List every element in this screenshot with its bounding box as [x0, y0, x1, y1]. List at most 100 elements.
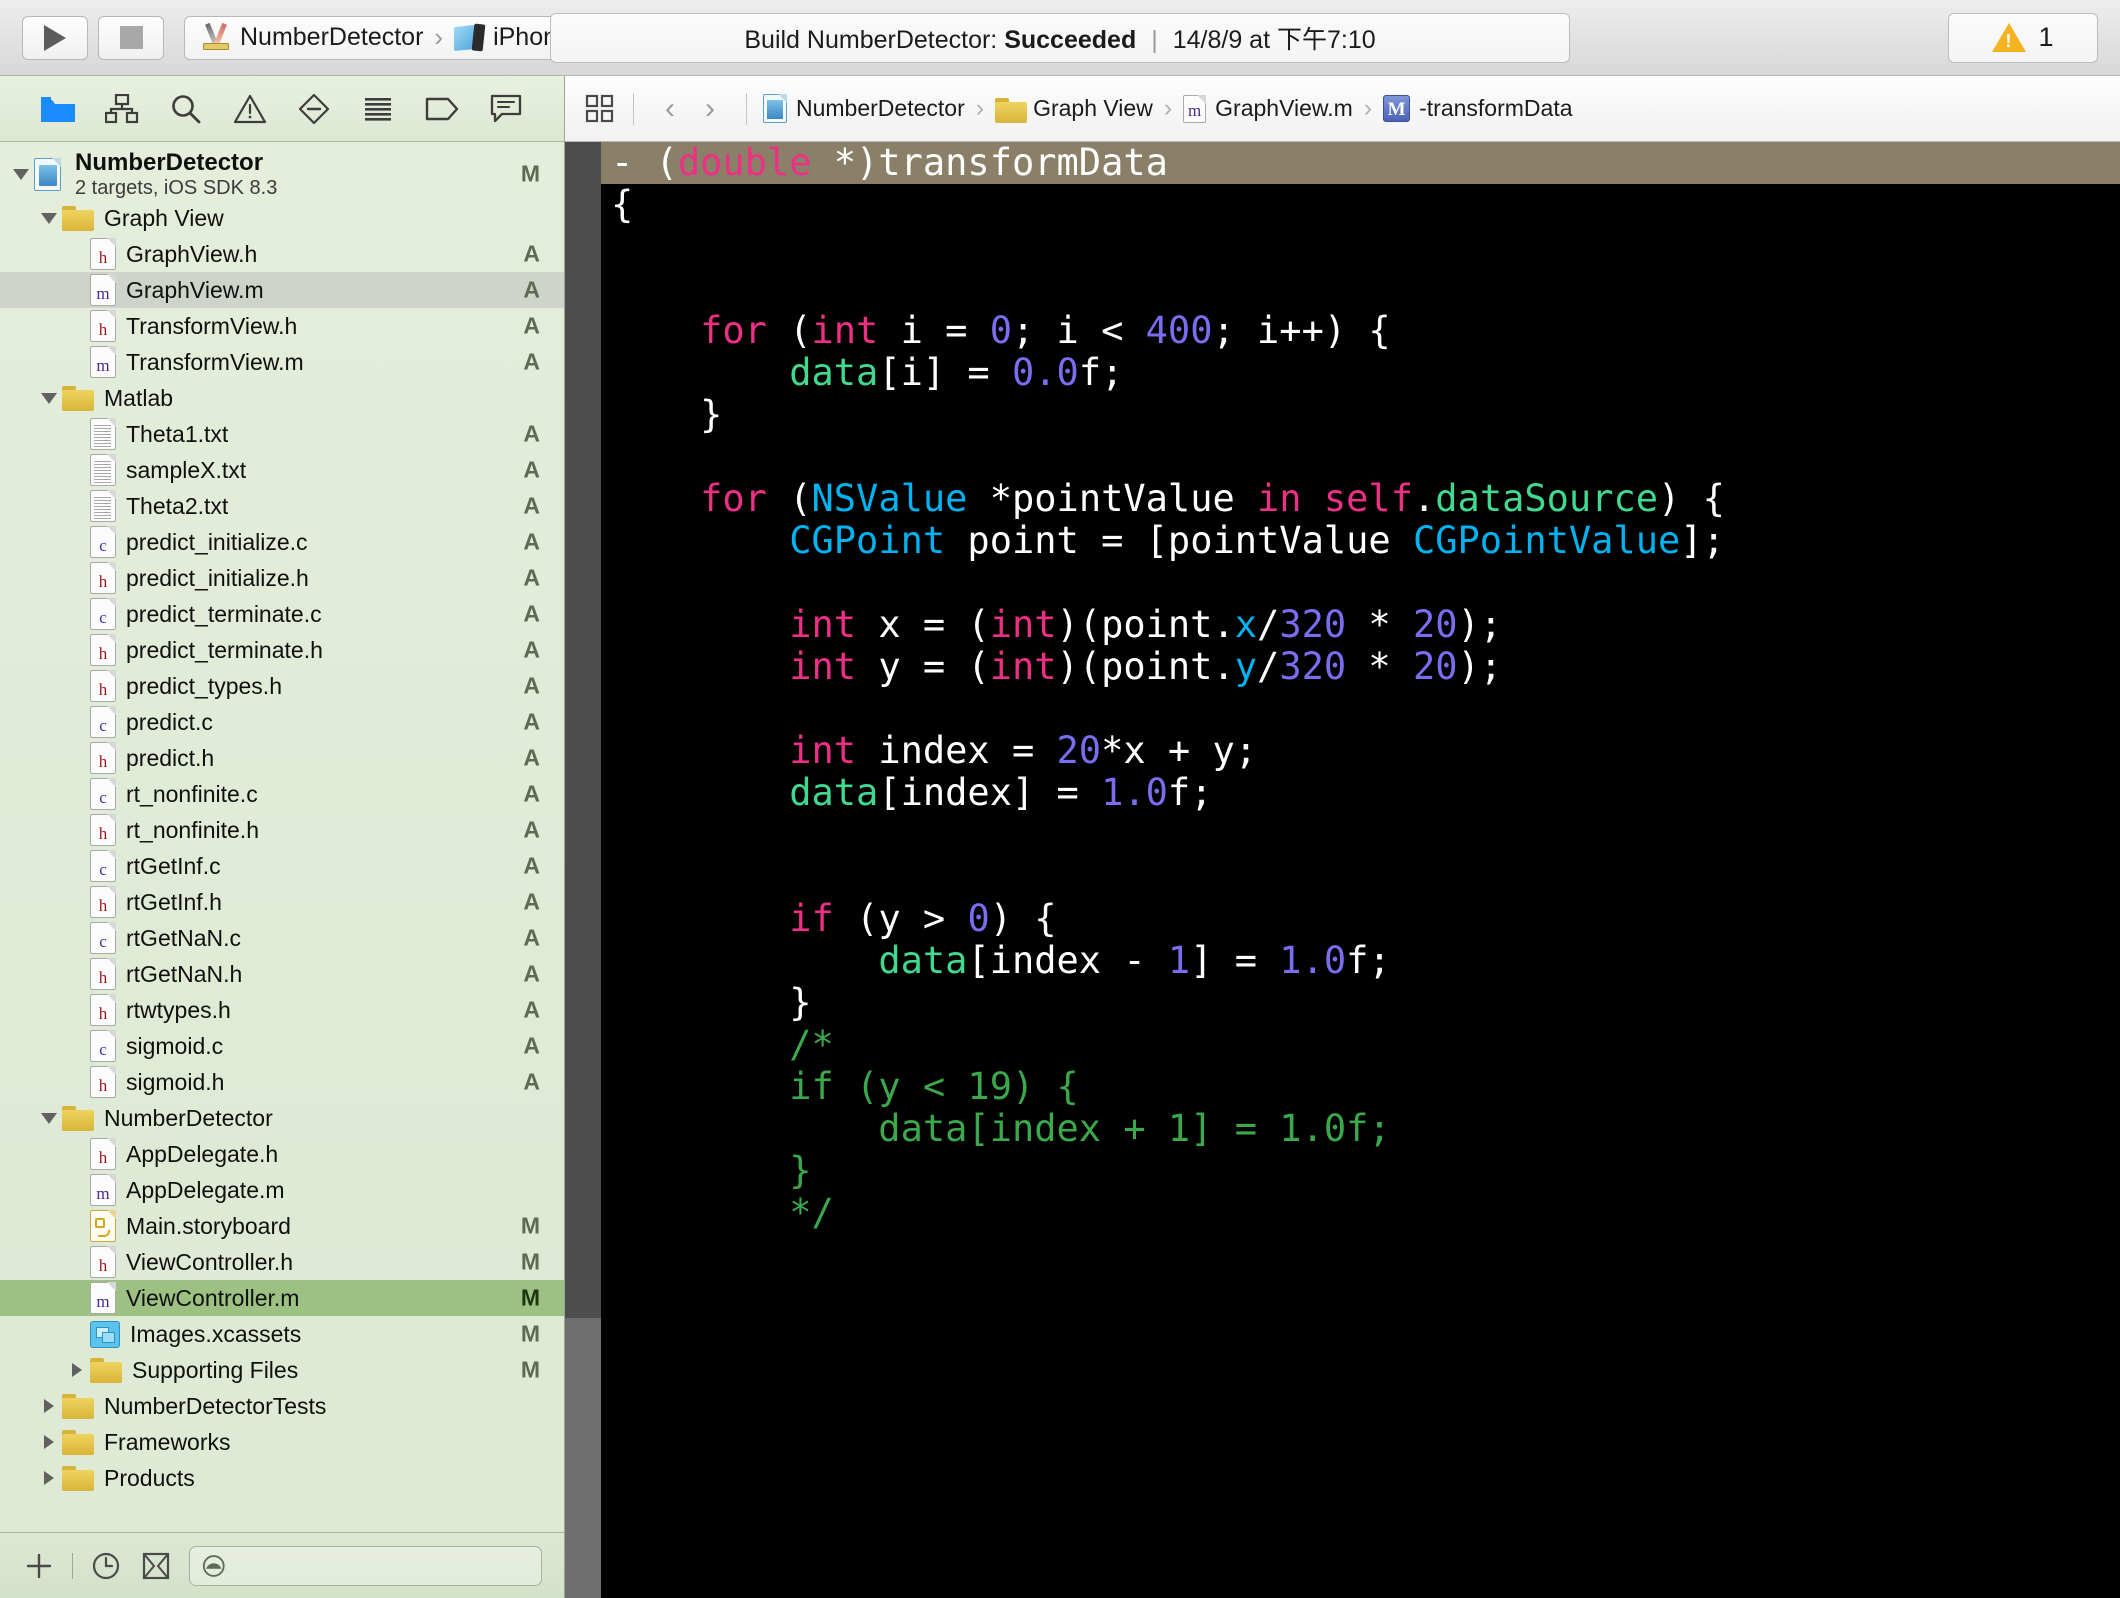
code-line[interactable] [601, 436, 2120, 478]
navigator-row[interactable]: h rtGetNaN.h A [0, 956, 564, 992]
code-line[interactable]: */ [601, 1192, 2120, 1234]
code-line[interactable]: int index = 20*x + y; [601, 730, 2120, 772]
navigator-row[interactable]: m AppDelegate.m [0, 1172, 564, 1208]
disclosure-triangle[interactable] [36, 1435, 62, 1449]
navigator-row[interactable]: c rtGetNaN.c A [0, 920, 564, 956]
code-line[interactable]: for (NSValue *pointValue in self.dataSou… [601, 478, 2120, 520]
code-line[interactable]: CGPoint point = [pointValue CGPointValue… [601, 520, 2120, 562]
disclosure-triangle[interactable] [36, 1112, 62, 1124]
related-items-icon[interactable] [583, 92, 617, 126]
project-root-row[interactable]: NumberDetector 2 targets, iOS SDK 8.3 M [0, 148, 564, 200]
scheme-selector[interactable]: NumberDetector › iPhone 6 [184, 15, 609, 60]
code-line[interactable]: - (double *)transformData [601, 142, 2120, 184]
code-line[interactable] [601, 268, 2120, 310]
filter-icon[interactable] [139, 1549, 173, 1583]
navigator-row[interactable]: Theta2.txt A [0, 488, 564, 524]
navigator-row[interactable]: h ViewController.h M [0, 1244, 564, 1280]
navigator-row[interactable]: c predict.c A [0, 704, 564, 740]
breadcrumb[interactable]: NumberDetector › Graph View › m GraphView.m › M… [763, 94, 1573, 123]
navigator-row[interactable]: Images.xcassets M [0, 1316, 564, 1352]
code-line[interactable]: data[index] = 1.0f; [601, 772, 2120, 814]
code-line[interactable] [601, 562, 2120, 604]
navigator-tab-symbol[interactable] [100, 87, 144, 131]
breadcrumb-item[interactable]: M -transformData [1383, 95, 1573, 122]
code-line[interactable] [601, 856, 2120, 898]
code-line[interactable] [601, 688, 2120, 730]
code-line[interactable]: data[index - 1] = 1.0f; [601, 940, 2120, 982]
navigator-tab-debug[interactable] [356, 87, 400, 131]
code-line[interactable]: if (y > 0) { [601, 898, 2120, 940]
navigator-tab-issue[interactable] [228, 87, 272, 131]
navigator-tab-project[interactable] [36, 87, 80, 131]
code-line[interactable]: int x = (int)(point.x/320 * 20); [601, 604, 2120, 646]
navigator-row[interactable]: h TransformView.h A [0, 308, 564, 344]
navigator-row[interactable]: h predict.h A [0, 740, 564, 776]
breadcrumb-item[interactable]: m GraphView.m [1183, 94, 1353, 123]
code-line[interactable]: { [601, 184, 2120, 226]
source-code[interactable]: - (double *)transformData{ for (int i = … [601, 142, 2120, 1598]
navigator-row[interactable]: h sigmoid.h A [0, 1064, 564, 1100]
navigator-row[interactable]: c predict_initialize.c A [0, 524, 564, 560]
activity-status-bar[interactable]: Build NumberDetector: Succeeded | 14/8/9 a… [550, 12, 1570, 63]
disclosure-triangle[interactable] [36, 1399, 62, 1413]
forward-button[interactable]: › [690, 89, 730, 129]
navigator-row[interactable]: h rt_nonfinite.h A [0, 812, 564, 848]
navigator-tab-breakpoint[interactable] [420, 87, 464, 131]
breadcrumb-item[interactable]: NumberDetector [763, 94, 965, 123]
navigator-tab-report[interactable] [484, 87, 528, 131]
filter-input[interactable] [189, 1545, 542, 1586]
code-line[interactable]: } [601, 394, 2120, 436]
code-line[interactable]: int y = (int)(point.y/320 * 20); [601, 646, 2120, 688]
navigator-row[interactable]: Graph View [0, 200, 564, 236]
navigator-row[interactable]: h predict_terminate.h A [0, 632, 564, 668]
disclosure-triangle[interactable] [8, 168, 34, 180]
navigator-row[interactable]: sampleX.txt A [0, 452, 564, 488]
issues-indicator[interactable]: 1 [1948, 12, 2098, 63]
disclosure-triangle[interactable] [64, 1363, 90, 1377]
code-line[interactable] [601, 814, 2120, 856]
navigator-tab-test[interactable] [292, 87, 336, 131]
navigator-tab-find[interactable] [164, 87, 208, 131]
navigator-row[interactable]: c rt_nonfinite.c A [0, 776, 564, 812]
navigator-row[interactable]: NumberDetectorTests [0, 1388, 564, 1424]
navigator-row[interactable]: h rtwtypes.h A [0, 992, 564, 1028]
navigator-row[interactable]: Matlab [0, 380, 564, 416]
navigator-row[interactable]: c rtGetInf.c A [0, 848, 564, 884]
navigator-row[interactable]: Main.storyboard M [0, 1208, 564, 1244]
stop-button[interactable] [98, 15, 164, 60]
back-button[interactable]: ‹ [650, 89, 690, 129]
navigator-row[interactable]: m TransformView.m A [0, 344, 564, 380]
navigator-row[interactable]: Frameworks [0, 1424, 564, 1460]
add-button[interactable] [22, 1549, 56, 1583]
navigator-row[interactable]: m GraphView.m A [0, 272, 564, 308]
code-line[interactable] [601, 226, 2120, 268]
project-navigator-tree[interactable]: NumberDetector 2 targets, iOS SDK 8.3 M … [0, 142, 564, 1532]
navigator-row[interactable]: h predict_initialize.h A [0, 560, 564, 596]
navigator-row[interactable]: Supporting Files M [0, 1352, 564, 1388]
navigator-row[interactable]: m ViewController.m M [0, 1280, 564, 1316]
run-button[interactable] [22, 15, 88, 60]
disclosure-triangle[interactable] [36, 392, 62, 404]
code-line[interactable]: data[index + 1] = 1.0f; [601, 1108, 2120, 1150]
navigator-row[interactable]: h GraphView.h A [0, 236, 564, 272]
code-line[interactable]: for (int i = 0; i < 400; i++) { [601, 310, 2120, 352]
navigator-row[interactable]: Theta1.txt A [0, 416, 564, 452]
code-line[interactable]: data[i] = 0.0f; [601, 352, 2120, 394]
breadcrumb-item[interactable]: Graph View [995, 95, 1153, 123]
code-line[interactable]: } [601, 1150, 2120, 1192]
disclosure-triangle[interactable] [36, 1471, 62, 1485]
disclosure-triangle[interactable] [36, 212, 62, 224]
navigator-row[interactable]: h AppDelegate.h [0, 1136, 564, 1172]
navigator-row[interactable]: c predict_terminate.c A [0, 596, 564, 632]
source-editor[interactable]: - (double *)transformData{ for (int i = … [565, 142, 2120, 1598]
filter-text-input[interactable] [233, 1553, 529, 1578]
navigator-row[interactable]: h rtGetInf.h A [0, 884, 564, 920]
editor-gutter[interactable] [565, 142, 601, 1598]
navigator-row[interactable]: h predict_types.h A [0, 668, 564, 704]
navigator-row[interactable]: Products [0, 1460, 564, 1496]
navigator-row[interactable]: c sigmoid.c A [0, 1028, 564, 1064]
code-line[interactable]: /* [601, 1024, 2120, 1066]
clock-icon[interactable] [89, 1549, 123, 1583]
navigator-row[interactable]: NumberDetector [0, 1100, 564, 1136]
code-line[interactable]: if (y < 19) { [601, 1066, 2120, 1108]
